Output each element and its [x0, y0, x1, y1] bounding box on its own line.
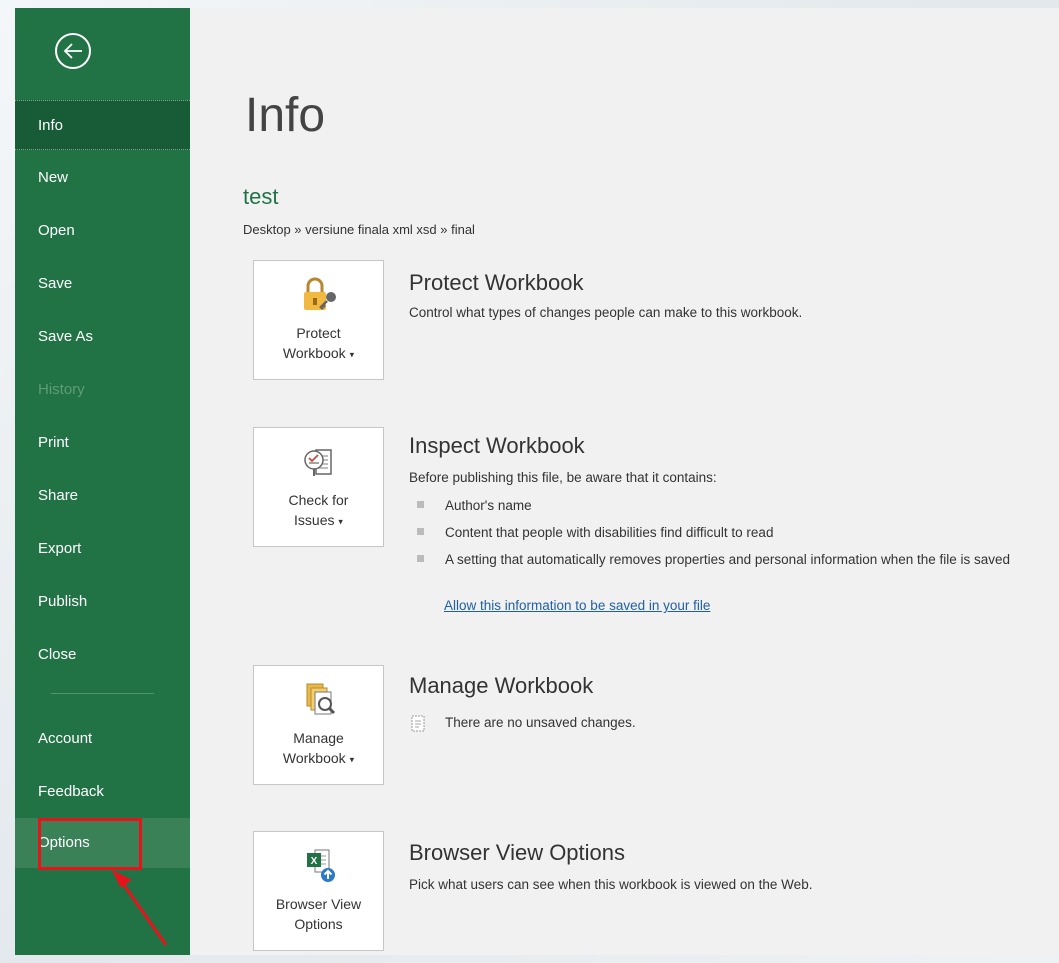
list-item: Author's name [409, 495, 1049, 516]
page-title: Info [245, 89, 326, 142]
backstage-sidebar: Info New Open Save Save As History Print… [15, 8, 190, 955]
browser-view-options-button[interactable]: X Browser View Options [253, 831, 384, 951]
manage-section-desc: There are no unsaved changes. [445, 715, 636, 730]
bullet-text: Author's name [445, 498, 532, 513]
nav-save[interactable]: Save [15, 259, 190, 309]
protect-workbook-button[interactable]: Protect Workbook ▾ [253, 260, 384, 380]
dropdown-caret-icon: ▾ [349, 754, 355, 765]
allow-info-saved-link[interactable]: Allow this information to be saved in yo… [444, 598, 710, 613]
dropdown-caret-icon: ▾ [349, 349, 355, 360]
bullet-text: Content that people with disabilities fi… [445, 525, 774, 540]
info-panel: Info test Desktop » versiune finala xml … [190, 8, 1059, 955]
manage-versions-icon [306, 683, 335, 715]
bullet-square-icon [417, 555, 424, 562]
browser-tile-label-2: Options [294, 916, 343, 932]
inspect-section-desc: Before publishing this file, be aware th… [409, 470, 717, 485]
bullet-text: A setting that automatically removes pro… [445, 552, 1011, 567]
browser-section-title: Browser View Options [409, 840, 626, 865]
lock-key-icon [303, 277, 336, 310]
nav-info[interactable]: Info [15, 100, 190, 150]
nav-share[interactable]: Share [15, 471, 190, 521]
protect-section-desc: Control what types of changes people can… [409, 305, 803, 320]
inspect-section-title: Inspect Workbook [409, 433, 585, 458]
nav-open[interactable]: Open [15, 206, 190, 256]
dropdown-caret-icon: ▾ [338, 516, 343, 527]
manage-section-title: Manage Workbook [409, 673, 594, 698]
browser-section-desc: Pick what users can see when this workbo… [409, 877, 813, 892]
nav-save-as[interactable]: Save As [15, 312, 190, 362]
excel-browser-icon: X [306, 849, 335, 882]
nav-feedback[interactable]: Feedback [15, 767, 190, 817]
inspect-document-icon [303, 449, 332, 476]
list-item: Content that people with disabilities fi… [409, 522, 1049, 543]
document-status-icon [411, 715, 425, 732]
protect-section-title: Protect Workbook [409, 270, 584, 295]
nav-divider [51, 693, 154, 694]
document-title: test [243, 184, 279, 209]
manage-tile-label-1: Manage [293, 730, 344, 746]
inspect-tile-label-2: Issues [294, 512, 335, 528]
protect-tile-label-1: Protect [296, 325, 341, 341]
check-for-issues-button[interactable]: Check for Issues ▾ [253, 427, 384, 547]
back-arrow-icon [63, 43, 82, 59]
bullet-square-icon [417, 528, 424, 535]
nav-export[interactable]: Export [15, 524, 190, 574]
nav-account[interactable]: Account [15, 714, 190, 764]
manage-workbook-button[interactable]: Manage Workbook ▾ [253, 665, 384, 785]
protect-tile-label-2: Workbook [282, 345, 346, 361]
nav-history: History [38, 381, 85, 398]
inspect-tile-label-1: Check for [288, 492, 349, 508]
browser-tile-label-1: Browser View [275, 896, 362, 912]
nav-options[interactable]: Options [15, 818, 190, 868]
nav-new[interactable]: New [15, 153, 190, 203]
bullet-square-icon [417, 501, 424, 508]
back-button[interactable] [55, 33, 91, 69]
document-path-breadcrumb: Desktop » versiune finala xml xsd » fina… [243, 222, 475, 237]
manage-tile-label-2: Workbook [282, 750, 346, 766]
svg-text:X: X [310, 856, 317, 867]
nav-print[interactable]: Print [15, 418, 190, 468]
nav-close[interactable]: Close [15, 630, 190, 680]
nav-publish[interactable]: Publish [15, 577, 190, 627]
list-item: A setting that automatically removes pro… [409, 549, 1049, 570]
